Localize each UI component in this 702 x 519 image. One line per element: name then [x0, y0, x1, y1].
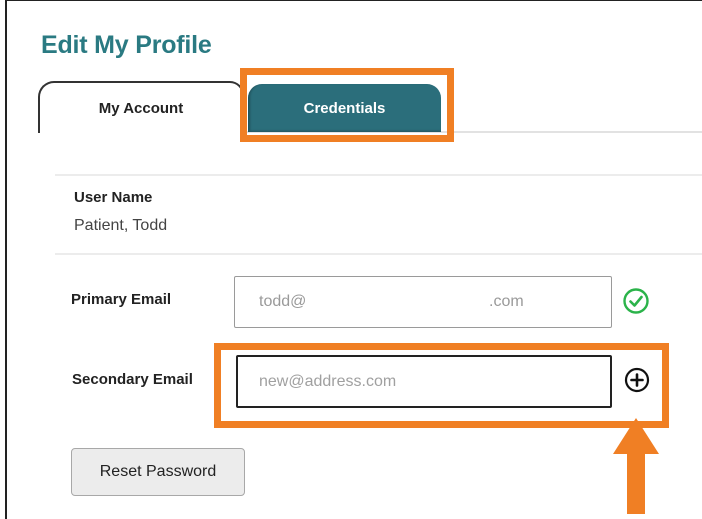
- profile-panel: [5, 0, 702, 519]
- primary-email-domain-part: .com: [489, 293, 524, 310]
- secondary-email-field[interactable]: [236, 355, 612, 408]
- user-name-label: User Name: [74, 189, 153, 206]
- primary-email-local-part: todd@: [259, 293, 307, 310]
- tab-my-account-label: My Account: [98, 99, 184, 117]
- section-divider: [55, 174, 702, 176]
- check-circle-icon: [623, 288, 649, 314]
- primary-email-label: Primary Email: [71, 291, 172, 308]
- secondary-email-label: Secondary Email: [72, 371, 193, 388]
- section-divider: [55, 253, 702, 255]
- primary-email-field[interactable]: todd@ .com: [234, 276, 612, 328]
- plus-circle-icon[interactable]: [624, 367, 650, 393]
- page-title: Edit My Profile: [41, 31, 212, 59]
- tab-credentials[interactable]: Credentials: [248, 84, 441, 132]
- tab-my-account[interactable]: My Account: [38, 81, 244, 133]
- reset-password-button[interactable]: Reset Password: [71, 448, 245, 496]
- reset-password-label: Reset Password: [99, 463, 217, 480]
- tab-credentials-label: Credentials: [303, 99, 386, 117]
- user-name-value: Patient, Todd: [74, 217, 168, 234]
